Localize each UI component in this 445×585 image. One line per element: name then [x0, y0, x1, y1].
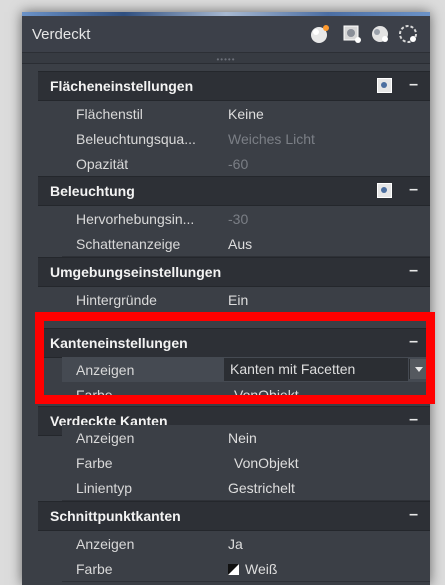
property-label: Beleuchtungsqua...: [76, 131, 196, 147]
collapse-button[interactable]: –: [409, 181, 418, 199]
property-row[interactable]: Anzeigen Ja: [62, 531, 430, 557]
property-row[interactable]: Schattenanzeige Aus: [62, 231, 430, 257]
property-row[interactable]: Linientyp Gestrichelt: [62, 475, 430, 501]
section-schnittpunktkanten[interactable]: Schnittpunktkanten –: [38, 501, 430, 531]
section-title: Beleuchtung: [50, 183, 135, 199]
property-label: Linientyp: [76, 480, 133, 496]
panel-resize-grip[interactable]: •••••: [22, 53, 430, 64]
property-label: Farbe: [76, 561, 113, 577]
property-value[interactable]: Ja: [228, 536, 243, 552]
property-label: Anzeigen: [76, 536, 135, 552]
property-value[interactable]: Ein: [228, 292, 248, 308]
collapse-button[interactable]: –: [409, 76, 418, 94]
property-label: Farbe: [76, 455, 113, 471]
property-label: Flächenstil: [76, 106, 143, 122]
property-row[interactable]: Hintergründe Ein: [62, 287, 430, 313]
property-row[interactable]: Farbe VonObjekt: [62, 450, 430, 476]
section-umgebungseinstellungen[interactable]: Umgebungseinstellungen –: [38, 257, 430, 287]
property-value[interactable]: -30: [228, 211, 248, 227]
preview-icon[interactable]: [377, 183, 392, 198]
property-row[interactable]: Opazität -60: [62, 151, 430, 177]
property-label: Hintergründe: [76, 292, 157, 308]
section-title: Schnittpunktkanten: [50, 508, 181, 524]
visual-style-panel: Verdeckt ••••• Flächeneinstellungen – Fl…: [22, 12, 430, 585]
property-label: Anzeigen: [76, 430, 135, 446]
property-value[interactable]: Gestrichelt: [228, 480, 295, 496]
collapse-button[interactable]: –: [409, 262, 418, 280]
property-value[interactable]: VonObjekt: [234, 455, 299, 471]
preview-icon[interactable]: [377, 78, 392, 93]
property-value[interactable]: Aus: [228, 236, 252, 252]
property-label: Opazität: [76, 156, 129, 172]
materials-icon[interactable]: [340, 22, 364, 46]
section-title: Umgebungseinstellungen: [50, 264, 222, 280]
property-label: Hervorhebungsin...: [76, 211, 195, 227]
color-name: Weiß: [245, 561, 278, 577]
property-row[interactable]: Hervorhebungsin... -30: [62, 206, 430, 232]
property-value[interactable]: -60: [228, 156, 248, 172]
property-label: Schattenanzeige: [76, 236, 181, 252]
property-value[interactable]: Keine: [228, 106, 264, 122]
refresh-icon[interactable]: [396, 22, 420, 46]
section-flaecheneinstellungen[interactable]: Flächeneinstellungen –: [38, 71, 430, 101]
collapse-button[interactable]: –: [409, 506, 418, 524]
sphere-render-icon[interactable]: [308, 22, 332, 46]
panel-titlebar: Verdeckt: [22, 16, 430, 53]
section-beleuchtung[interactable]: Beleuchtung –: [38, 176, 430, 206]
panel-title: Verdeckt: [32, 26, 91, 43]
drop-icon[interactable]: [368, 22, 392, 46]
property-value[interactable]: Weiches Licht: [228, 131, 315, 147]
property-row[interactable]: Anzeigen Nein: [62, 425, 430, 451]
grip-dots: •••••: [216, 55, 236, 64]
color-value[interactable]: Weiß: [228, 561, 277, 577]
property-row[interactable]: Beleuchtungsqua... Weiches Licht: [62, 126, 430, 152]
color-swatch-icon: [228, 564, 239, 575]
property-value[interactable]: Nein: [228, 430, 257, 446]
highlight-frame: [35, 312, 435, 404]
section-title: Flächeneinstellungen: [50, 78, 194, 94]
property-row[interactable]: Flächenstil Keine: [62, 101, 430, 127]
property-row[interactable]: Farbe Weiß: [62, 556, 430, 582]
